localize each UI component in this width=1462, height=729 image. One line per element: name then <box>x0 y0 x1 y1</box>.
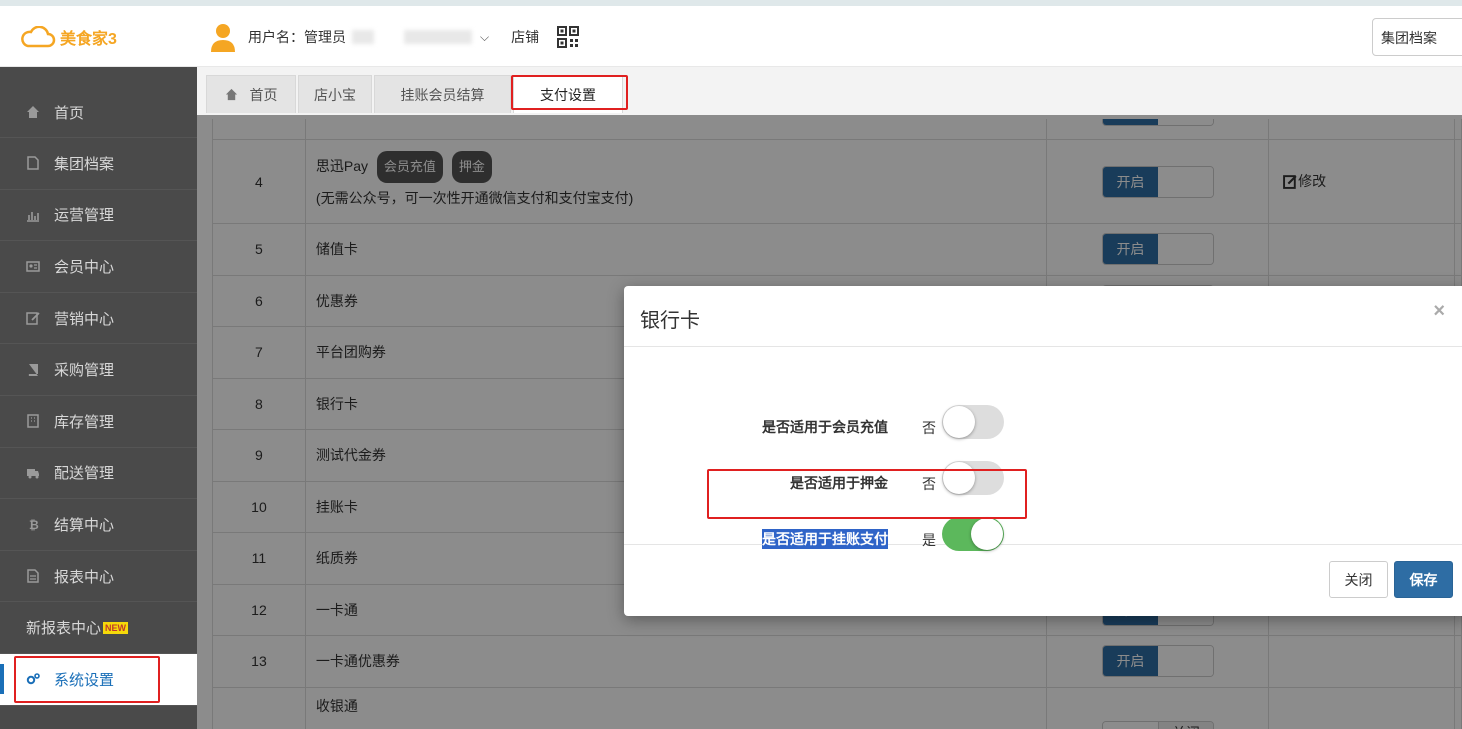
tab-credit-member-settlement[interactable]: 挂账会员结算 <box>374 75 511 113</box>
toggle-knob <box>943 462 975 494</box>
group-select[interactable]: 集团档案 <box>1372 18 1462 56</box>
top-bar: 美食家3 用户名：管理员 ⌵ 店铺 集团档案 <box>0 6 1462 67</box>
sidebar-item-label: 首页 <box>54 104 85 122</box>
sidebar-item-label: 会员中心 <box>54 258 115 276</box>
close-icon[interactable]: × <box>1433 300 1445 323</box>
sidebar-item-inventory[interactable]: 库存管理 <box>0 396 197 448</box>
sidebar-item-new-reports[interactable]: 新报表中心 NEW <box>0 602 197 654</box>
qr-code-icon[interactable] <box>557 26 580 48</box>
home-icon <box>27 106 39 118</box>
sidebar-item-marketing[interactable]: 营销中心 <box>0 293 197 345</box>
new-badge: NEW <box>103 621 129 634</box>
sidebar: 首页 集团档案 运营管理 会员中心 营销中心 采购管理 库存管理 配送管理 ₿ … <box>0 67 197 729</box>
sidebar-item-label: 运营管理 <box>54 207 115 225</box>
sidebar-item-label: 营销中心 <box>54 310 115 328</box>
tab-label: 支付设置 <box>540 86 596 103</box>
tab-dianxiaobao[interactable]: 店小宝 <box>298 75 372 113</box>
sidebar-item-label: 系统设置 <box>54 671 115 689</box>
toggle-value-text: 否 <box>922 420 936 436</box>
cloud-logo-icon <box>21 26 56 48</box>
redacted-username <box>352 30 374 44</box>
sidebar-item-purchasing[interactable]: 采购管理 <box>0 344 197 396</box>
sidebar-item-label: 采购管理 <box>54 362 115 380</box>
bar-chart-icon <box>27 211 39 222</box>
toggle-member-recharge[interactable] <box>942 405 1004 439</box>
sidebar-item-reports[interactable]: 报表中心 <box>0 551 197 603</box>
sidebar-item-home[interactable]: 首页 <box>0 67 197 138</box>
sidebar-item-operations[interactable]: 运营管理 <box>0 190 197 242</box>
tab-home[interactable]: 首页 <box>206 75 296 113</box>
sidebar-item-delivery[interactable]: 配送管理 <box>0 448 197 500</box>
sidebar-item-partial-next[interactable] <box>0 706 197 729</box>
book-icon <box>28 363 38 376</box>
file-icon <box>27 156 39 171</box>
sidebar-item-label: 结算中心 <box>54 516 115 534</box>
toggle-value-text: 否 <box>922 476 936 492</box>
sidebar-item-label: 集团档案 <box>54 155 115 173</box>
app-logo[interactable]: 美食家3 <box>20 24 117 50</box>
logo-text: 美食家3 <box>60 31 117 48</box>
tab-payment-settings[interactable]: 支付设置 <box>513 75 623 113</box>
form-row-deposit: 是否适用于押金 否 <box>624 461 1462 521</box>
username-label: 用户名：管理员 <box>248 29 346 45</box>
building-icon <box>27 414 39 429</box>
form-label: 是否适用于押金 <box>790 475 888 491</box>
sidebar-item-label: 库存管理 <box>54 413 115 431</box>
user-dropdown-caret[interactable]: ⌵ <box>480 30 489 45</box>
truck-icon <box>27 468 39 479</box>
sidebar-item-system-settings[interactable]: 系统设置 <box>0 653 197 706</box>
document-icon <box>27 569 39 583</box>
form-label: 是否适用于会员充值 <box>762 419 888 435</box>
sidebar-item-label: 配送管理 <box>54 465 115 483</box>
tab-label: 店小宝 <box>314 86 356 103</box>
modal-header: 银行卡 × <box>624 286 1462 347</box>
bank-card-modal: 银行卡 × 是否适用于会员充值 否 是否适用于押金 否 是否适用于挂账支付 是 … <box>624 286 1462 616</box>
sidebar-item-settlement[interactable]: ₿ 结算中心 <box>0 499 197 551</box>
bitcoin-icon: ₿ <box>29 518 39 531</box>
gears-icon <box>26 673 40 685</box>
save-button[interactable]: 保存 <box>1394 561 1453 598</box>
sidebar-item-label: 报表中心 <box>54 568 115 586</box>
shop-link[interactable]: 店铺 <box>511 27 539 47</box>
tab-label: 挂账会员结算 <box>400 86 485 103</box>
edit-icon <box>26 312 40 325</box>
svg-text:₿: ₿ <box>29 518 39 531</box>
close-button[interactable]: 关闭 <box>1329 561 1388 598</box>
toggle-deposit[interactable] <box>942 461 1004 495</box>
sidebar-item-group-archive[interactable]: 集团档案 <box>0 138 197 190</box>
modal-body: 是否适用于会员充值 否 是否适用于押金 否 是否适用于挂账支付 是 <box>624 347 1462 551</box>
form-row-member-recharge: 是否适用于会员充值 否 <box>624 405 1462 465</box>
toggle-knob <box>943 406 975 438</box>
home-icon <box>225 88 237 101</box>
sidebar-item-label: 新报表中心 <box>26 620 102 638</box>
id-card-icon <box>26 261 40 273</box>
user-avatar-icon <box>211 24 235 52</box>
modal-footer: 关闭 保存 <box>624 545 1462 615</box>
tab-bar: 首页 店小宝 挂账会员结算 支付设置 <box>197 67 1462 115</box>
sidebar-item-member-center[interactable]: 会员中心 <box>0 241 197 293</box>
modal-title: 银行卡 <box>640 310 700 332</box>
redacted-store-name <box>404 30 472 44</box>
user-area: 用户名：管理员 ⌵ 店铺 <box>210 21 580 53</box>
tab-label: 首页 <box>249 86 278 103</box>
